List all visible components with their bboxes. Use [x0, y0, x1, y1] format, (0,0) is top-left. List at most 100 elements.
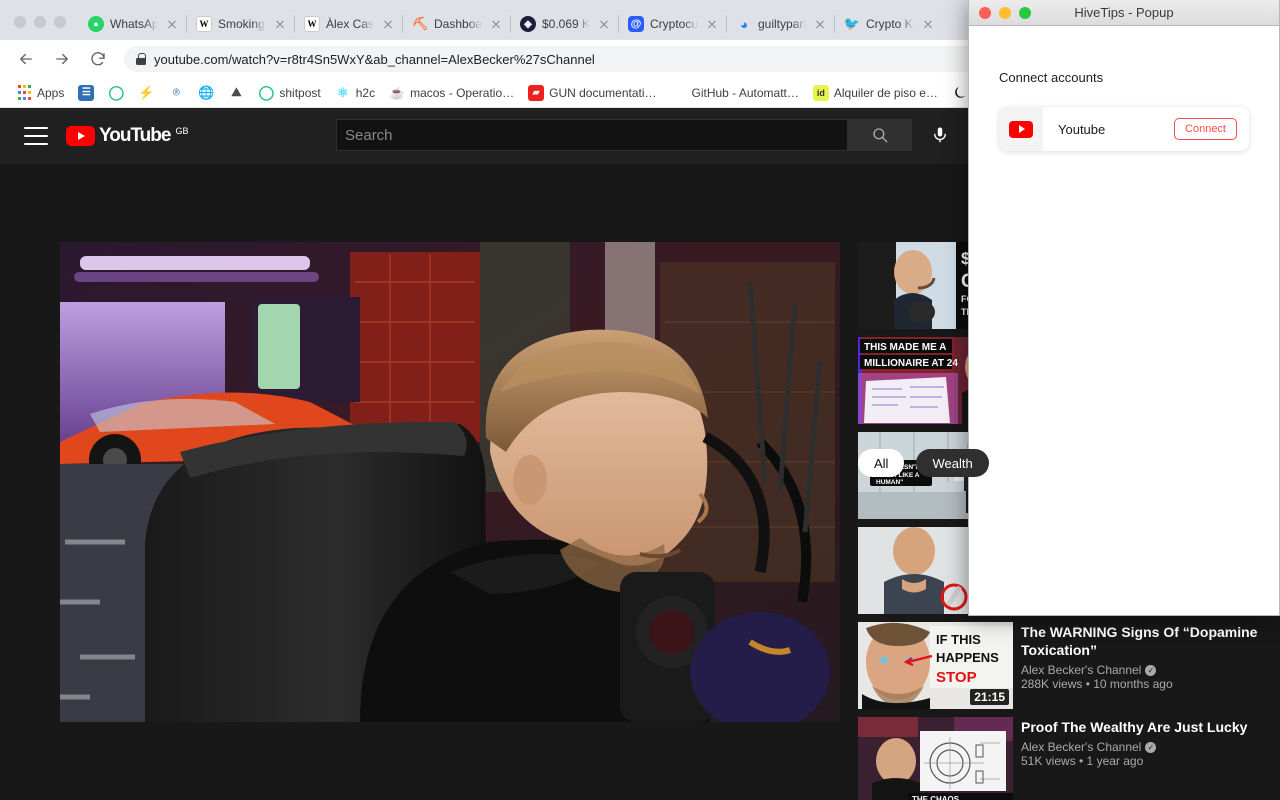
video-title: The WARNING Signs Of “Dopamine Toxicatio… [1021, 624, 1258, 658]
bookmark-item[interactable]: ⛰ [222, 83, 250, 103]
video-meta: Proof The Wealthy Are Just Lucky Alex Bec… [1021, 717, 1266, 800]
youtube-country-code: GB [175, 126, 189, 136]
browser-tab[interactable]: ◈ $0.069 KO [510, 8, 619, 40]
browser-tab[interactable]: W Àlex Casad [294, 8, 403, 40]
youtube-icon [999, 107, 1043, 151]
github-icon: ⏾ [954, 84, 966, 100]
tabs-container: ● WhatsApp W Smoking in W Àlex Casad ⛏ Dashboar… [78, 0, 942, 40]
apps-grid-icon [16, 85, 32, 101]
bookmark-item[interactable]: ☰ [72, 83, 100, 103]
gun-icon: ▰ [528, 84, 545, 101]
close-icon[interactable] [812, 16, 828, 32]
bookmark-item[interactable]: ☕ macos - Operatio… [383, 83, 520, 103]
browser-tab[interactable]: W Smoking in [186, 8, 295, 40]
popup-title-bar: HiveTips - Popup [969, 0, 1279, 26]
window-traffic-lights[interactable] [0, 16, 78, 40]
java-icon: ☕ [389, 85, 405, 100]
microphone-icon[interactable] [920, 119, 960, 151]
bookmark-label: GitHub - Automatt… [691, 85, 799, 100]
popup-title: HiveTips - Popup [1074, 5, 1174, 20]
bookmark-label: Alquiler de piso e… [833, 85, 938, 100]
account-row-youtube[interactable]: Youtube Connect [999, 107, 1249, 151]
bolt-icon: ⚡ [138, 84, 155, 100]
video-views-age: 51K views • 1 year ago [1021, 754, 1144, 768]
filter-chip[interactable]: Wealth [916, 449, 989, 477]
bookmark-item[interactable]: ⚡ [132, 83, 160, 103]
close-window-button[interactable] [14, 16, 26, 28]
back-arrow-icon[interactable] [12, 45, 40, 73]
screenshot-root: ● WhatsApp W Smoking in W Àlex Casad ⛏ Dashboar… [0, 0, 1280, 800]
verified-badge-icon: ✓ [1145, 741, 1157, 753]
svg-text:MILLIONAIRE AT 24: MILLIONAIRE AT 24 [864, 358, 958, 369]
connect-button[interactable]: Connect [1174, 118, 1237, 140]
close-icon[interactable] [920, 16, 936, 32]
filter-chip[interactable]: All [858, 449, 905, 477]
react-icon: ⚛ [336, 84, 349, 100]
browser-tab[interactable]: @ Cryptocurr [618, 8, 727, 40]
robot-icon: ⍟ [172, 85, 180, 99]
close-icon[interactable] [488, 16, 504, 32]
video-meta: The WARNING Signs Of “Dopamine Toxicatio… [1021, 622, 1266, 709]
search-button[interactable] [848, 119, 912, 151]
video-title: Proof The Wealthy Are Just Lucky [1021, 719, 1248, 735]
reload-arrow-icon[interactable] [84, 45, 112, 73]
bookmark-label: GUN documentati… [549, 85, 657, 100]
close-icon[interactable] [704, 16, 720, 32]
svg-text:THIS MADE ME A: THIS MADE ME A [864, 342, 946, 353]
connect-accounts-heading: Connect accounts [999, 70, 1104, 85]
bookmark-item[interactable]: ⚛ h2c [329, 83, 381, 103]
filter-chips: All Wealth [858, 449, 989, 477]
bookmark-item[interactable]: ▰ GUN documentati… [522, 83, 662, 103]
close-icon[interactable] [380, 16, 396, 32]
bookmark-item[interactable]: ⍟ [162, 83, 190, 103]
video-duration: 21:15 [970, 689, 1009, 705]
maximize-window-button[interactable] [54, 16, 66, 28]
forward-arrow-icon[interactable] [48, 45, 76, 73]
close-icon[interactable] [272, 16, 288, 32]
whatsapp-icon: ● [88, 16, 104, 32]
droplet-icon: ◕ [740, 16, 748, 32]
popup-body: Connect accounts Youtube Connect [969, 26, 1279, 151]
youtube-logo-text: YouTube [99, 125, 171, 146]
browser-tab[interactable]: ● WhatsApp [78, 8, 187, 40]
video-thumbnail[interactable]: THE CHAOS [858, 717, 1013, 800]
svg-text:HUMAN": HUMAN" [876, 479, 903, 486]
close-icon[interactable] [596, 16, 612, 32]
search-input[interactable] [345, 126, 839, 144]
video-player[interactable] [60, 242, 840, 722]
minimize-window-button[interactable] [34, 16, 46, 28]
favicon [671, 85, 687, 101]
hivetips-popup-window: HiveTips - Popup Connect accounts Youtub… [968, 0, 1280, 616]
hamburger-icon[interactable] [24, 127, 48, 145]
video-thumbnail[interactable]: IF THIS HAPPENS STOP 21:15 [858, 622, 1013, 709]
youtube-logo[interactable]: YouTube GB [66, 126, 188, 146]
tab-title: guiltypartie [758, 17, 806, 31]
recommended-video-item[interactable]: THE CHAOS Proof The Wealthy Are Just Luck… [858, 717, 1266, 800]
search-input-wrapper[interactable] [336, 119, 848, 151]
bookmark-label: shitpost [279, 85, 321, 100]
bookmark-item[interactable]: id Alquiler de piso e… [807, 83, 944, 103]
tab-title: Àlex Casad [326, 17, 374, 31]
bookmark-item[interactable]: Apps [10, 83, 70, 103]
ring-icon: ◯ [108, 84, 125, 100]
browser-tab[interactable]: 🐦 Crypto King [834, 8, 942, 40]
bookmark-item[interactable]: 🌐 [192, 83, 220, 103]
bookmark-item[interactable]: GitHub - Automatt… [665, 83, 805, 103]
mountain-icon: ⛰ [231, 85, 242, 99]
bookmark-item[interactable]: ◯ shitpost [252, 83, 326, 103]
recommended-video-item[interactable]: IF THIS HAPPENS STOP 21:15 The WARNING Signs… [858, 622, 1266, 709]
bookmark-item[interactable]: ◯ [102, 83, 130, 103]
close-icon[interactable] [164, 16, 180, 32]
id-icon: id [812, 84, 829, 101]
video-views-age: 288K views • 10 months ago [1021, 677, 1173, 691]
globe-icon: 🌐 [198, 84, 215, 100]
wikipedia-icon: W [304, 16, 320, 32]
tab-title: WhatsApp [110, 17, 158, 31]
ring-icon: ◯ [258, 84, 275, 100]
tab-title: Crypto King [866, 17, 914, 31]
account-name: Youtube [1058, 121, 1106, 137]
tab-title: Smoking in [218, 17, 266, 31]
youtube-play-icon [66, 126, 95, 146]
browser-tab[interactable]: ⛏ Dashboard [402, 8, 511, 40]
browser-tab[interactable]: ◕ guiltypartie [726, 8, 835, 40]
